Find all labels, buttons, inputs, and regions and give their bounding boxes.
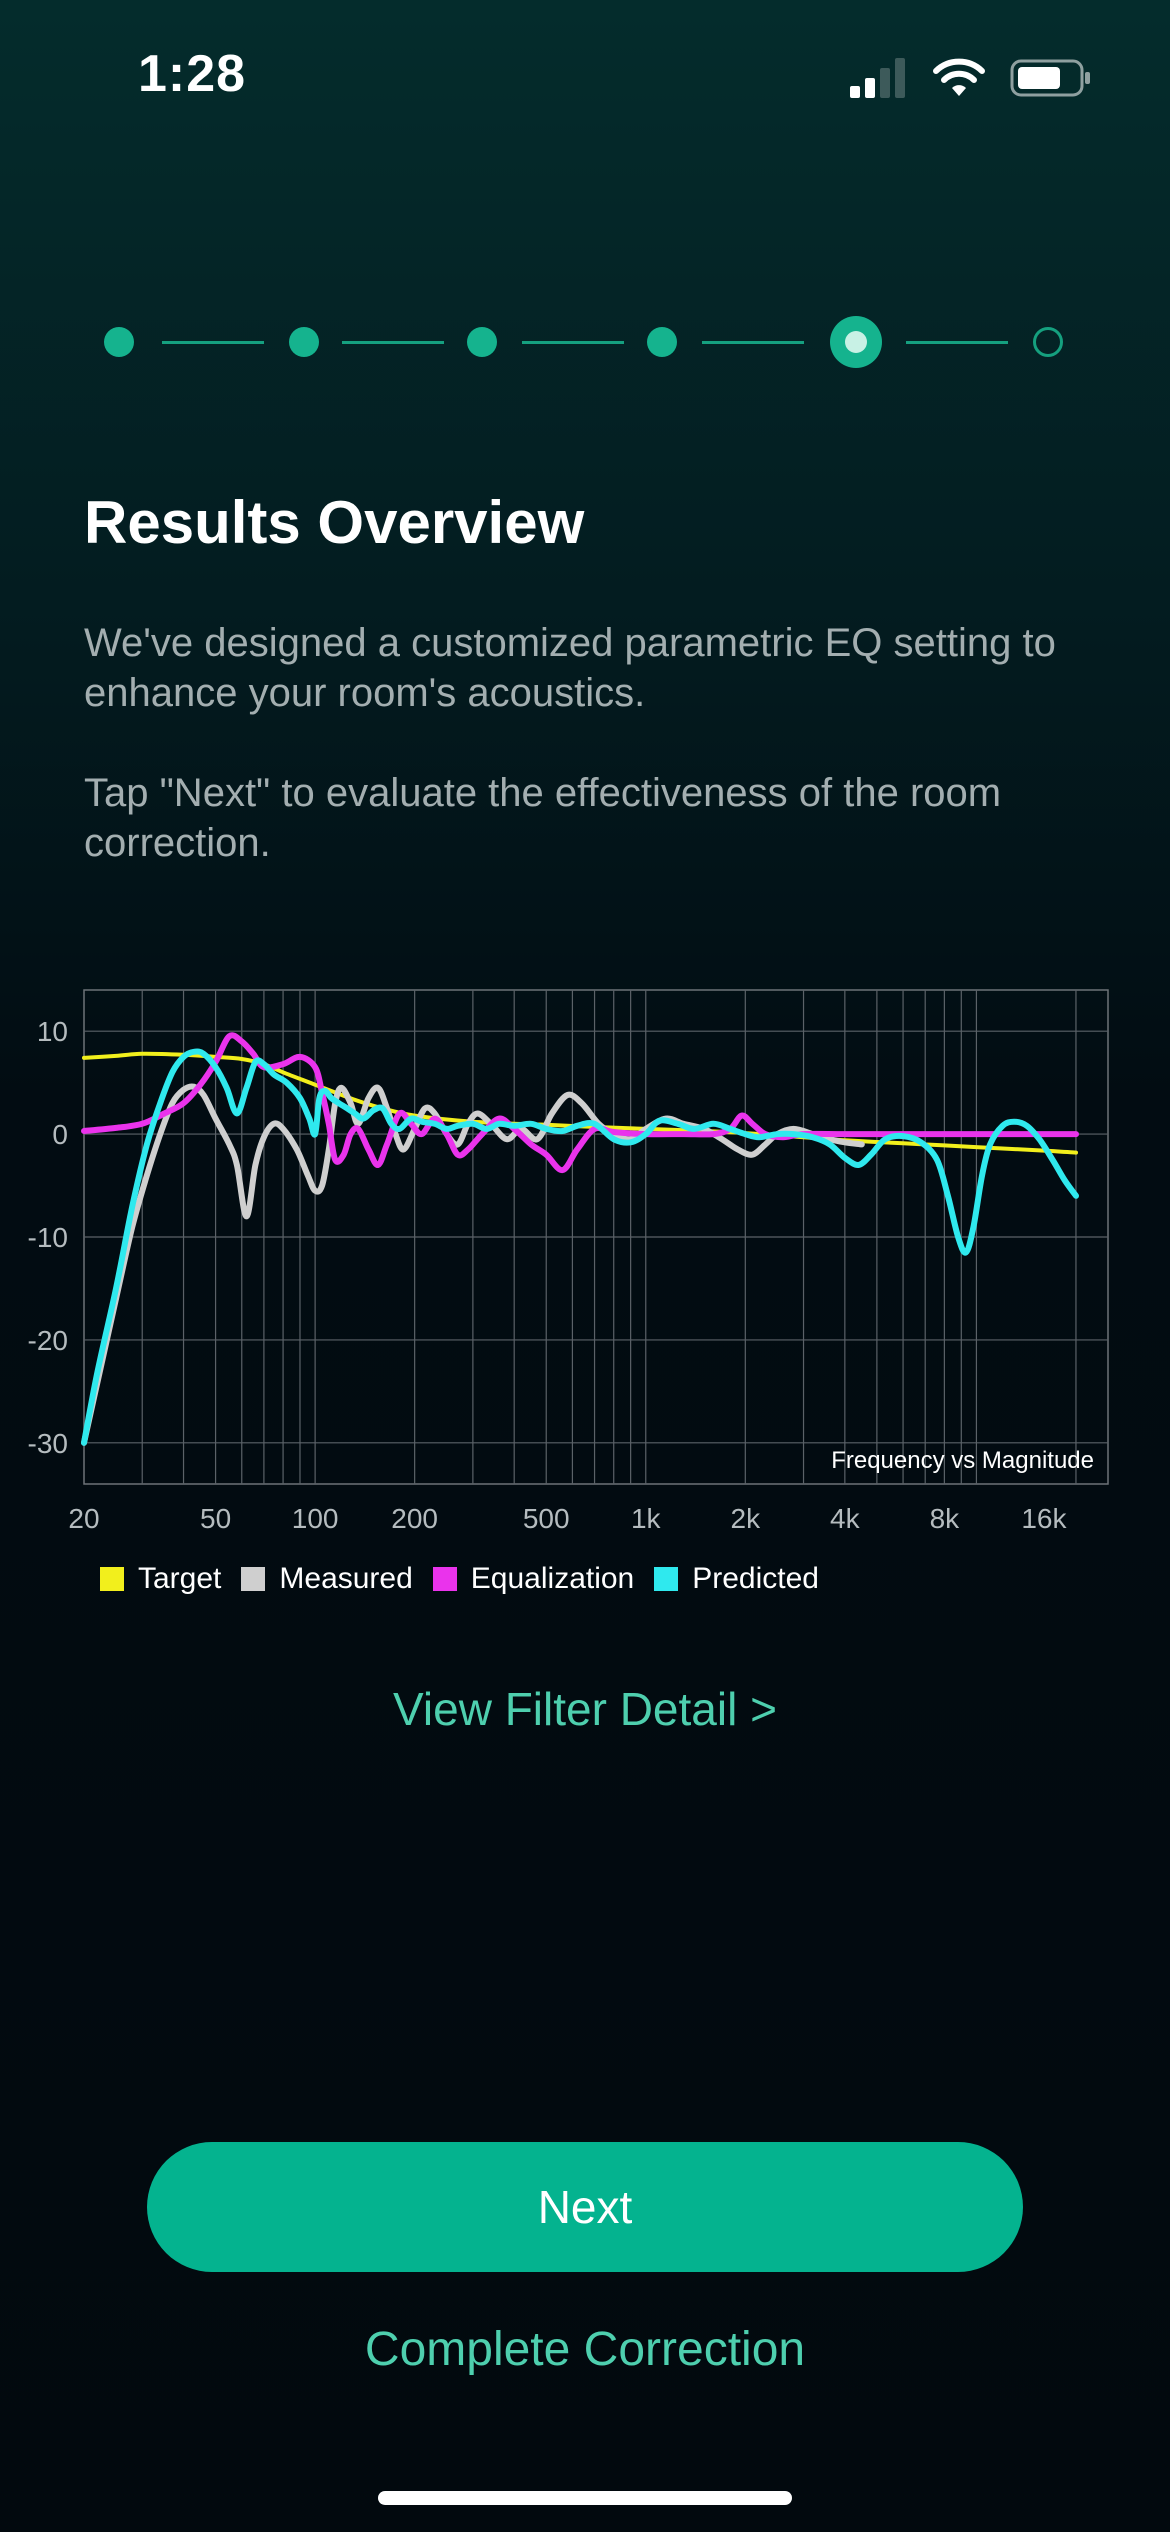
status-time: 1:28 bbox=[138, 45, 247, 103]
legend-item-equalization: Equalization bbox=[432, 1562, 635, 1596]
legend-label: Equalization bbox=[470, 1562, 635, 1595]
step-connector bbox=[906, 341, 1008, 344]
step-1-complete bbox=[104, 327, 134, 357]
step-4-complete bbox=[647, 327, 677, 357]
legend-item-target: Target bbox=[100, 1562, 221, 1596]
home-indicator bbox=[378, 2491, 792, 2505]
description-paragraph: We've designed a customized parametric E… bbox=[84, 621, 1056, 715]
battery-icon bbox=[1010, 59, 1090, 97]
legend-swatch bbox=[432, 1567, 457, 1591]
page-title: Results Overview bbox=[84, 489, 585, 556]
step-5-current bbox=[830, 316, 882, 368]
instruction-paragraph: Tap "Next" to evaluate the effectiveness… bbox=[84, 771, 1002, 865]
x-tick-label: 4k bbox=[830, 1503, 861, 1534]
legend-swatch bbox=[654, 1567, 679, 1591]
y-tick-label: -10 bbox=[28, 1222, 68, 1253]
chart-svg: 100-10-20-3020 50 100 200 500 1k 2k 4k 8k 16kFreq… bbox=[28, 989, 1109, 1534]
frequency-response-chart: 10 0 -10 -20 -30 20 50 100 200 500 1k 2k 4k 8k 16k Freq… bbox=[0, 980, 1170, 1580]
legend-label: Predicted bbox=[692, 1562, 819, 1595]
step-connector bbox=[702, 341, 804, 344]
status-icons bbox=[848, 56, 1092, 100]
step-6-pending bbox=[1033, 327, 1063, 357]
y-tick-label: -30 bbox=[28, 1428, 68, 1459]
legend-item-measured: Measured bbox=[241, 1562, 413, 1596]
y-tick-label: 10 bbox=[37, 1016, 68, 1047]
view-filter-detail-link[interactable]: View Filter Detail > bbox=[0, 1682, 1170, 1736]
x-tick-label: 1k bbox=[631, 1503, 662, 1534]
y-tick-label: -20 bbox=[28, 1325, 68, 1356]
x-tick-label: 500 bbox=[523, 1503, 570, 1534]
legend-swatch bbox=[241, 1567, 266, 1591]
step-connector bbox=[342, 341, 444, 344]
step-connector bbox=[162, 341, 264, 344]
chart-legend: Target Measured Equalization Predicted bbox=[100, 1562, 819, 1596]
x-tick-label: 16k bbox=[1021, 1503, 1067, 1534]
wifi-icon bbox=[933, 58, 985, 96]
y-tick-label: 0 bbox=[52, 1119, 68, 1150]
chart-annotation: Frequency vs Magnitude bbox=[831, 1447, 1094, 1474]
x-tick-label: 2k bbox=[731, 1503, 762, 1534]
x-tick-label: 8k bbox=[930, 1503, 961, 1534]
series-line-predicted bbox=[81, 1048, 1079, 1446]
legend-swatch bbox=[100, 1567, 124, 1591]
x-tick-label: 100 bbox=[292, 1503, 339, 1534]
progress-stepper bbox=[100, 312, 1070, 372]
legend-label: Measured bbox=[279, 1562, 413, 1595]
step-connector bbox=[522, 341, 624, 344]
legend-item-predicted: Predicted bbox=[654, 1562, 819, 1596]
x-tick-label: 200 bbox=[391, 1503, 438, 1534]
step-2-complete bbox=[289, 327, 319, 357]
step-3-complete bbox=[467, 327, 497, 357]
complete-correction-link[interactable]: Complete Correction bbox=[0, 2322, 1170, 2377]
x-tick-label: 50 bbox=[200, 1503, 231, 1534]
x-tick-label: 20 bbox=[68, 1503, 99, 1534]
next-button[interactable]: Next bbox=[147, 2142, 1023, 2272]
legend-label: Target bbox=[138, 1562, 222, 1595]
cellular-signal-icon bbox=[850, 58, 905, 98]
